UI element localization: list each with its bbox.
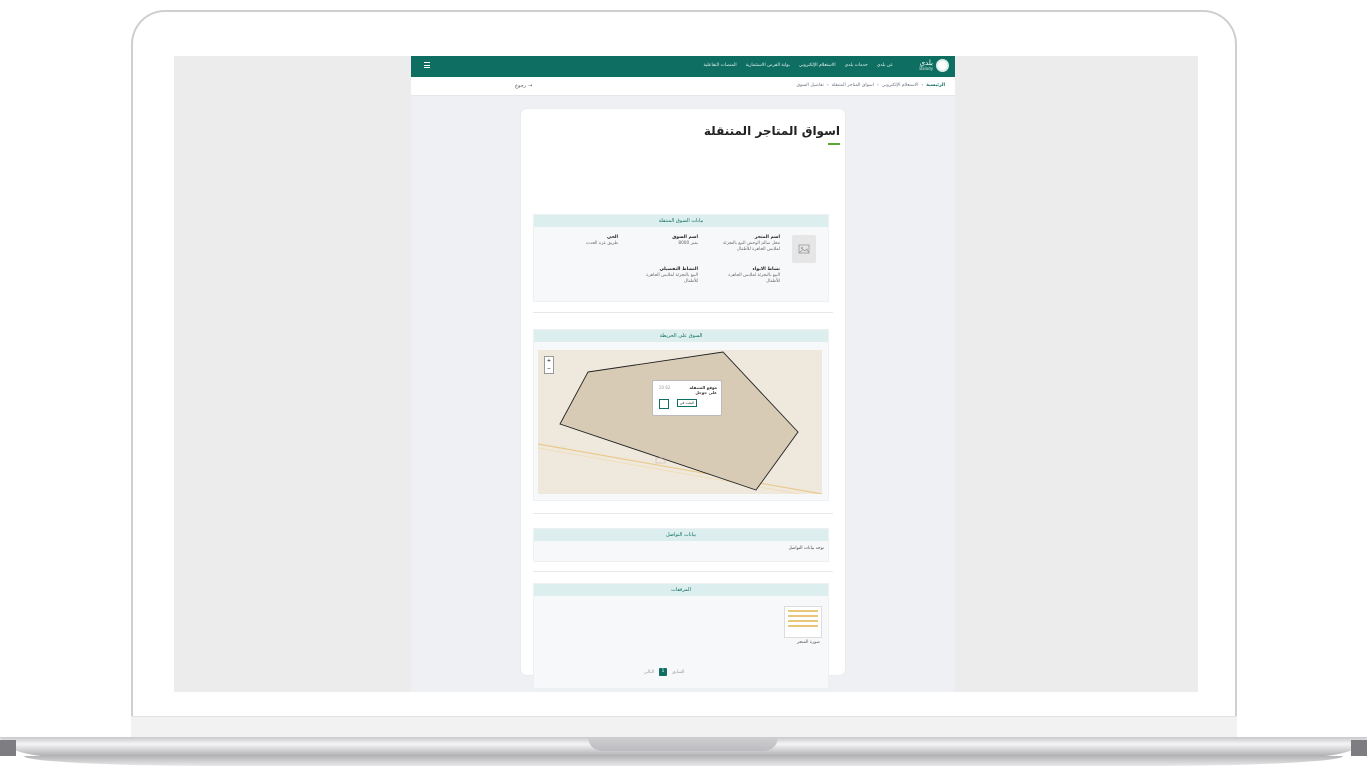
district-field: الحي طريق عزة الحدث <box>560 235 618 247</box>
market-info-section: بيانات السوق المتنقلة اسم المتجر محل سال… <box>533 214 829 302</box>
market-name-field: اسم السوق يمبر 8000 <box>640 235 698 247</box>
popup-search-button[interactable]: البحث في <box>677 399 697 407</box>
map-popup: موقع المتنقلة على جوجل 20.62 البحث في <box>652 380 722 416</box>
breadcrumb-home[interactable]: الرئيسية <box>926 83 945 88</box>
zoom-control: + − <box>544 356 554 374</box>
pager-prev-button[interactable]: السابق <box>672 670 684 675</box>
location-pin-icon[interactable] <box>659 399 669 409</box>
menu-icon[interactable] <box>424 62 430 68</box>
contact-section: بيانات التواصل توجد بيانات التواصل <box>533 528 829 562</box>
laptop-notch <box>588 737 778 751</box>
logo-icon <box>936 59 949 72</box>
pagination: السابق 1 التالي <box>644 668 684 676</box>
laptop-edge-left <box>0 740 16 756</box>
map-view[interactable]: ····· + − موقع المتنقلة على جوجل 20.62 ا… <box>538 350 822 494</box>
breadcrumb: الرئيسية › الاستعلام الإلكتروني › اسواق … <box>796 83 945 88</box>
divider <box>533 513 833 514</box>
svg-text:·····: ····· <box>561 444 566 448</box>
nav-item-about[interactable]: عن بلدي <box>877 63 893 68</box>
back-label: رجوع <box>515 83 527 89</box>
breadcrumb-item[interactable]: اسواق المتاجر المتنقلة <box>832 83 874 88</box>
popup-coords: 20.62 <box>659 385 671 390</box>
activity-value: البيع بالتجزئة لملابس الجاهزة للأطفال <box>728 273 780 284</box>
breadcrumb-item-current: تفاصيل السوق <box>796 83 824 88</box>
breadcrumb-bar: الرئيسية › الاستعلام الإلكتروني › اسواق … <box>411 77 955 96</box>
activity-field: نشاط الايواء البيع بالتجزئة لملابس الجاه… <box>722 267 780 285</box>
section-header: بيانات السوق المتنقلة <box>534 215 828 227</box>
zoom-out-button[interactable]: − <box>545 365 553 373</box>
pager-current-page[interactable]: 1 <box>659 668 667 676</box>
nav-item-platforms[interactable]: المنصات التفاعلية <box>704 63 737 68</box>
page-title: اسواق المتاجر المتنقلة <box>703 124 840 138</box>
store-photo <box>792 235 816 263</box>
app-window: بلدي Balady عن بلدي خدمات بلدي الاستعلام… <box>411 56 955 692</box>
store-name-field: اسم المتجر محل سالم الوحش البيع بالتجزئة… <box>722 235 780 253</box>
arrow-right-icon: → <box>528 83 533 89</box>
screen: بلدي Balady عن بلدي خدمات بلدي الاستعلام… <box>174 56 1198 692</box>
section-header: بيانات التواصل <box>534 529 828 541</box>
popup-title: موقع المتنقلة على جوجل <box>689 385 718 395</box>
district-value: طريق عزة الحدث <box>585 241 618 246</box>
logo-subtext: Balady <box>919 66 933 71</box>
attachment-thumbnail[interactable] <box>784 606 822 638</box>
section-header: المرفقات <box>534 584 828 596</box>
laptop-shadow <box>24 756 1343 766</box>
store-name-value: محل سالم الوحش البيع بالتجزئة لملابس الج… <box>723 241 780 252</box>
main-nav: عن بلدي خدمات بلدي الاستعلام الإلكتروني … <box>704 63 894 68</box>
screen-bezel-bottom <box>131 716 1237 737</box>
breadcrumb-item[interactable]: الاستعلام الإلكتروني <box>882 83 919 88</box>
map-section: السوق على الخريطة ····· + − موقع المتنقل… <box>533 329 829 501</box>
nav-item-services[interactable]: خدمات بلدي <box>845 63 868 68</box>
pager-next-button[interactable]: التالي <box>644 670 654 675</box>
title-underline <box>828 143 840 145</box>
section-header: السوق على الخريطة <box>534 330 828 342</box>
market-name-value: يمبر 8000 <box>678 241 698 246</box>
divider <box>533 571 833 572</box>
contact-text: توجد بيانات التواصل <box>788 546 824 551</box>
back-button[interactable]: رجوع → <box>515 83 532 89</box>
nav-item-investment[interactable]: بوابة الفرص الاستثمارية <box>746 63 790 68</box>
divider <box>533 312 833 313</box>
detailed-activity-field: النشاط التفصيلي البيع بالتجزئة لملابس ال… <box>640 267 698 285</box>
attachment-label[interactable]: صورة المتجر <box>797 640 820 645</box>
top-navbar: بلدي Balady عن بلدي خدمات بلدي الاستعلام… <box>411 56 955 77</box>
map-canvas: ····· <box>538 351 822 494</box>
content-card: اسواق المتاجر المتنقلة بيانات السوق المت… <box>521 109 845 689</box>
laptop-edge-right <box>1351 740 1367 756</box>
zoom-in-button[interactable]: + <box>545 357 553 365</box>
attachments-section: المرفقات صورة المتجر السابق 1 التالي <box>533 583 829 689</box>
detailed-activity-value: البيع بالتجزئة لملابس الجاهزة للأطفال <box>646 273 698 284</box>
image-icon <box>798 244 810 254</box>
nav-item-inquiry[interactable]: الاستعلام الإلكتروني <box>799 63 836 68</box>
logo[interactable]: بلدي Balady <box>919 59 949 72</box>
